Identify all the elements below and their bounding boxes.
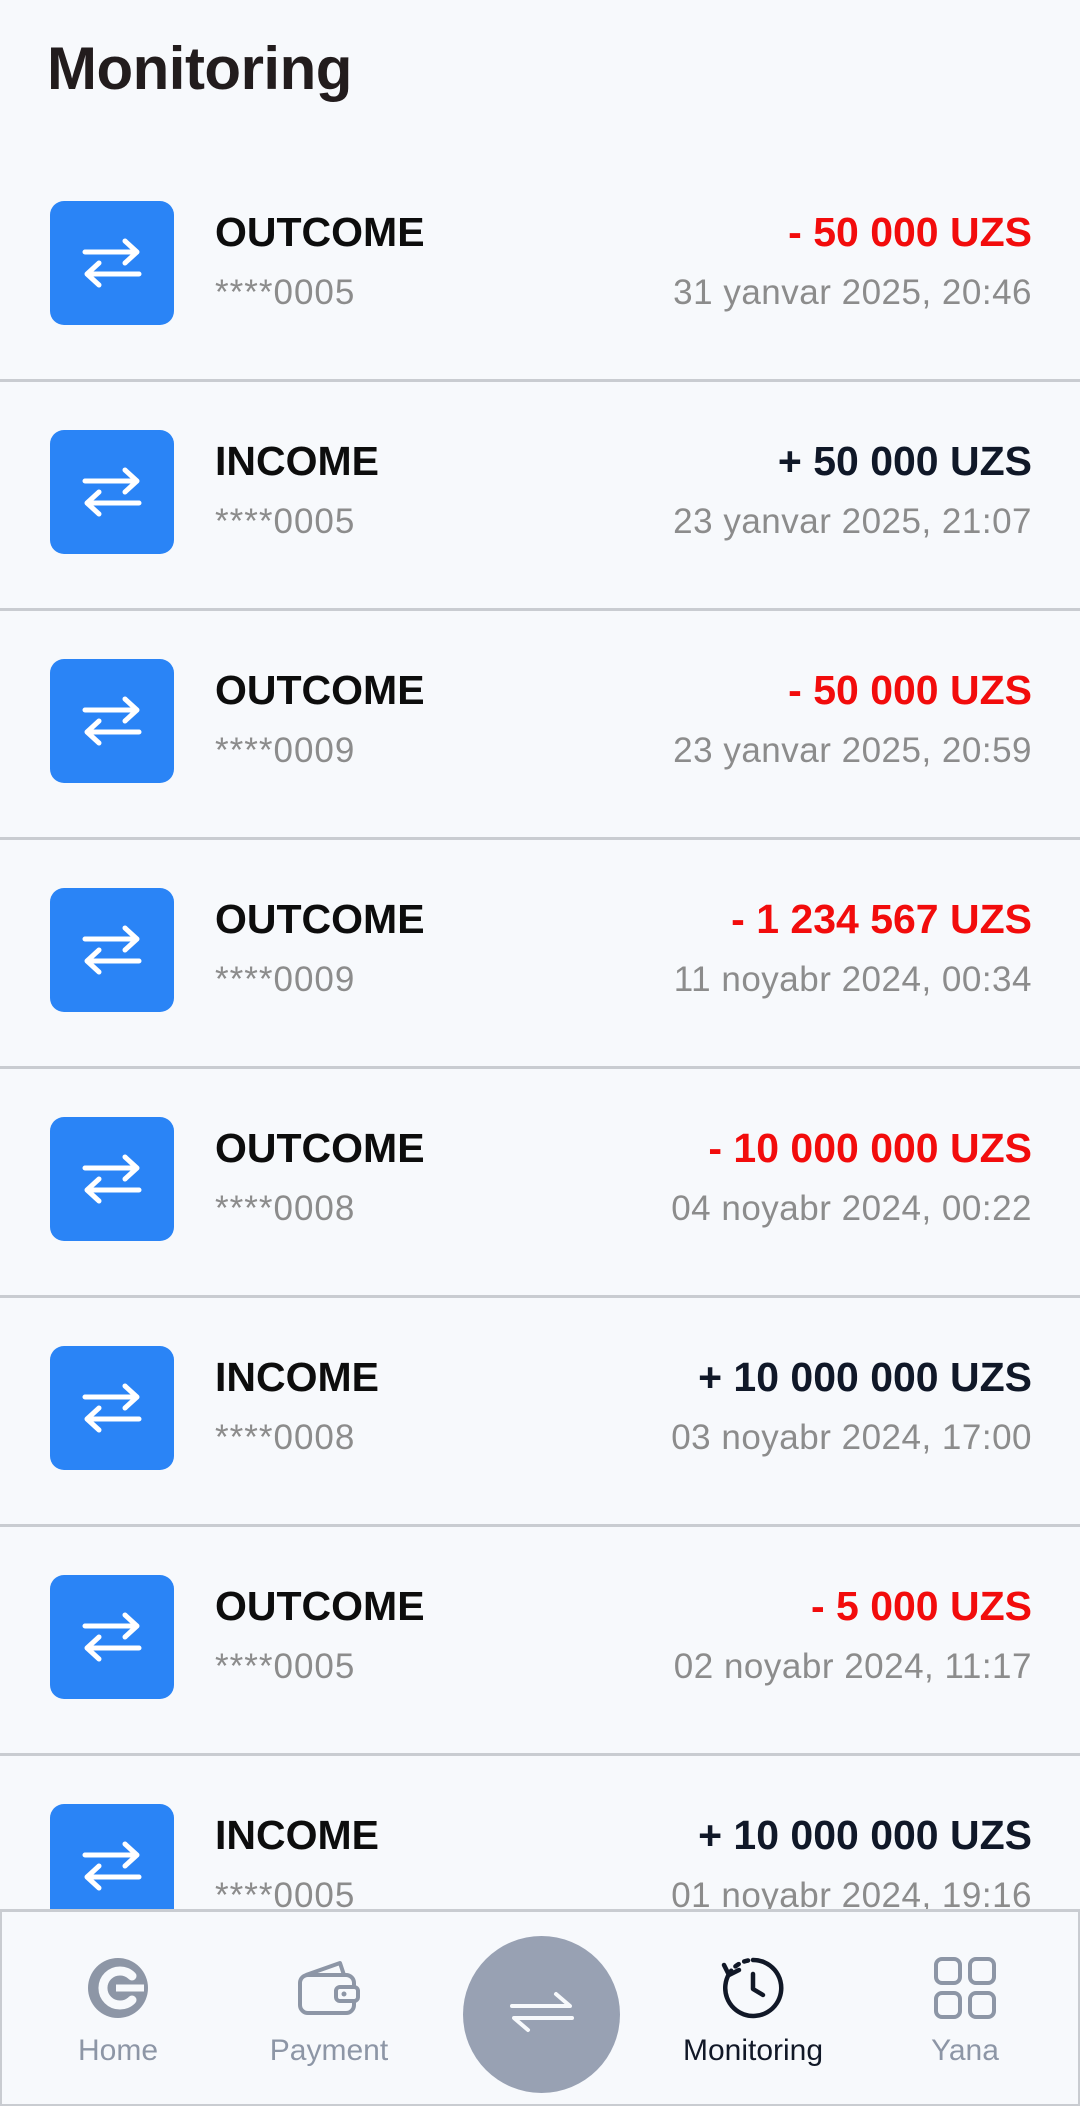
transaction-row[interactable]: OUTCOME ****0009 - 50 000 UZS 23 yanvar …: [0, 611, 1080, 840]
transfer-icon: [50, 1575, 174, 1699]
transaction-type: INCOME: [215, 1812, 379, 1858]
transfer-icon: [50, 659, 174, 783]
transaction-card: ****0008: [215, 1418, 356, 1457]
transaction-amount: - 5 000 UZS: [810, 1583, 1032, 1629]
transaction-amount: - 50 000 UZS: [788, 667, 1032, 713]
transaction-card: ****0009: [215, 960, 356, 999]
transaction-amount: + 10 000 000 UZS: [698, 1812, 1032, 1858]
transaction-date: 23 yanvar 2025, 21:07: [673, 502, 1032, 541]
transaction-card: ****0005: [215, 502, 356, 541]
transaction-row[interactable]: INCOME ****0005 + 50 000 UZS 23 yanvar 2…: [0, 382, 1080, 611]
transaction-type: OUTCOME: [215, 1125, 425, 1171]
wallet-icon: [296, 1954, 362, 2022]
nav-monitoring-label: Monitoring: [682, 2034, 824, 2067]
nav-more-label: Yana: [931, 2034, 999, 2067]
home-logo-icon: [86, 1954, 150, 2022]
transfer-icon: [50, 430, 174, 554]
transaction-amount: + 10 000 000 UZS: [698, 1354, 1032, 1400]
transfer-icon: [50, 1346, 174, 1470]
transaction-row[interactable]: INCOME ****0008 + 10 000 000 UZS 03 noya…: [0, 1298, 1080, 1527]
transaction-type: INCOME: [215, 438, 379, 484]
transaction-amount: - 10 000 000 UZS: [708, 1125, 1032, 1171]
grid-icon: [933, 1954, 997, 2022]
nav-payment-label: Payment: [269, 2034, 389, 2067]
transaction-amount: - 1 234 567 UZS: [731, 896, 1032, 942]
transaction-amount: - 50 000 UZS: [788, 209, 1032, 255]
transaction-date: 31 yanvar 2025, 20:46: [673, 273, 1032, 312]
transaction-type: OUTCOME: [215, 209, 425, 255]
transaction-row[interactable]: OUTCOME ****0005 - 50 000 UZS 31 yanvar …: [0, 153, 1080, 382]
transaction-date: 11 noyabr 2024, 00:34: [673, 960, 1032, 999]
transfer-arrows-icon: [508, 1988, 576, 2041]
transaction-type: INCOME: [215, 1354, 379, 1400]
transaction-card: ****0009: [215, 731, 356, 770]
transaction-date: 04 noyabr 2024, 00:22: [671, 1189, 1032, 1228]
nav-more[interactable]: Yana: [865, 1912, 1065, 2102]
transaction-list: OUTCOME ****0005 - 50 000 UZS 31 yanvar …: [0, 153, 1080, 1985]
transaction-type: OUTCOME: [215, 667, 425, 713]
nav-payment[interactable]: Payment: [229, 1912, 429, 2102]
history-clock-icon: [720, 1954, 786, 2022]
transaction-date: 03 noyabr 2024, 17:00: [671, 1418, 1032, 1457]
transaction-date: 02 noyabr 2024, 11:17: [673, 1647, 1032, 1686]
transaction-card: ****0005: [215, 273, 356, 312]
transfer-icon: [50, 888, 174, 1012]
transfer-icon: [50, 201, 174, 325]
transaction-card: ****0005: [215, 1647, 356, 1686]
transfer-icon: [50, 1117, 174, 1241]
transaction-row[interactable]: OUTCOME ****0005 - 5 000 UZS 02 noyabr 2…: [0, 1527, 1080, 1756]
transaction-row[interactable]: OUTCOME ****0009 - 1 234 567 UZS 11 noya…: [0, 840, 1080, 1069]
page-title: Monitoring: [47, 35, 352, 102]
nav-monitoring[interactable]: Monitoring: [653, 1912, 853, 2102]
transaction-type: OUTCOME: [215, 896, 425, 942]
transaction-row[interactable]: OUTCOME ****0008 - 10 000 000 UZS 04 noy…: [0, 1069, 1080, 1298]
transfer-button[interactable]: [463, 1936, 620, 2093]
nav-home[interactable]: Home: [18, 1912, 218, 2102]
transaction-amount: + 50 000 UZS: [777, 438, 1032, 484]
transaction-type: OUTCOME: [215, 1583, 425, 1629]
bottom-nav: Home Payment Monitoring Yana: [0, 1909, 1080, 2106]
transaction-card: ****0008: [215, 1189, 356, 1228]
nav-home-label: Home: [77, 2034, 159, 2067]
transaction-date: 23 yanvar 2025, 20:59: [673, 731, 1032, 770]
